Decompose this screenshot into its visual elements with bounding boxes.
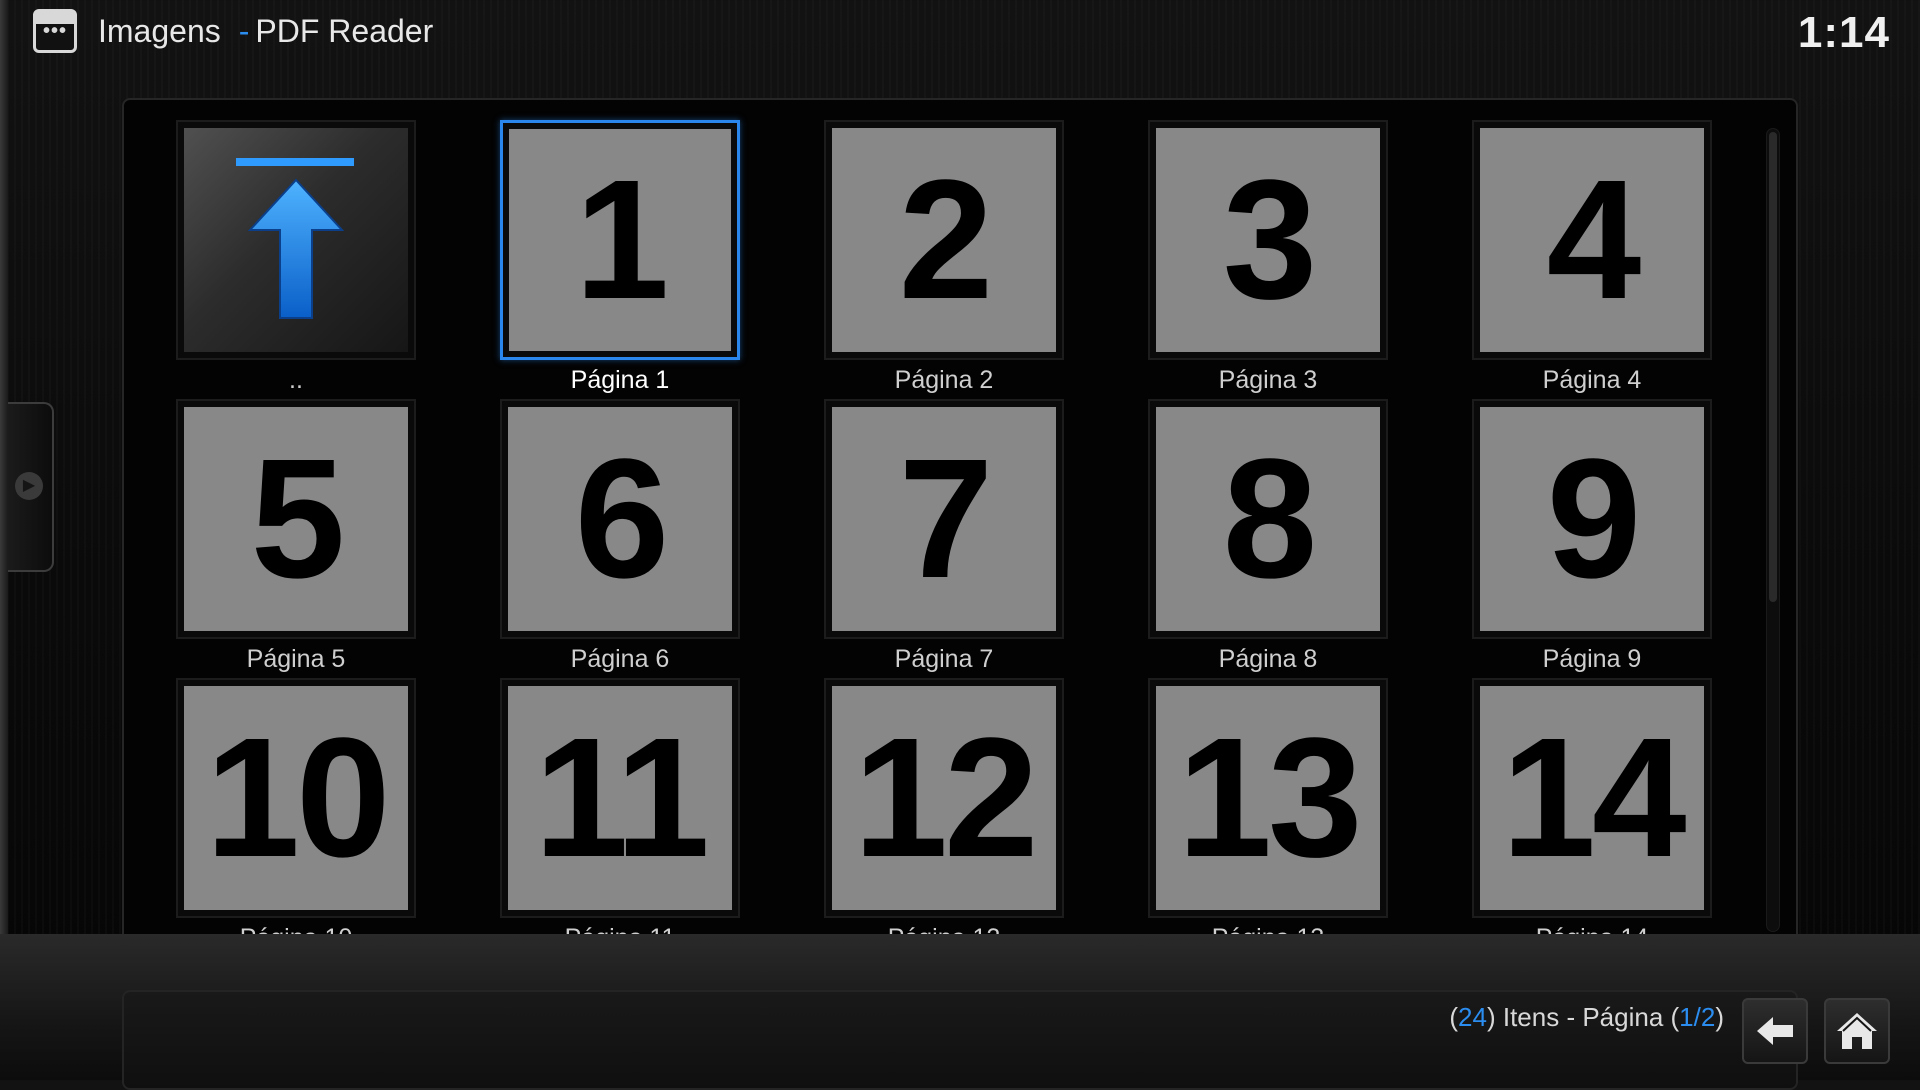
page-number: 13 [1177,703,1362,893]
page-number: 7 [898,424,994,614]
page-label: Página 9 [1542,645,1642,673]
item-count: 24 [1458,1002,1487,1032]
page-item[interactable]: 13 Página 13 [1148,676,1388,952]
page-thumbnail: 7 [824,399,1064,639]
page-indicator: 1/2 [1679,1002,1716,1032]
page-thumbnail: 3 [1148,120,1388,360]
page-thumbnail: 14 [1472,678,1712,918]
page-item[interactable]: 4 Página 4 [1472,118,1712,394]
page-number: 10 [205,703,390,893]
page-item[interactable]: 9 Página 9 [1472,397,1712,673]
home-button[interactable] [1824,998,1890,1064]
page-label: Página 3 [1218,366,1318,394]
page-item[interactable]: 10 Página 10 [176,676,416,952]
page-label: Página 1 [570,366,670,394]
page-number: 5 [250,424,346,614]
page-number: 14 [1501,703,1686,893]
page-item[interactable]: 11 Página 11 [500,676,740,952]
clock: 1:14 [1797,8,1890,57]
parent-folder-label: .. [289,366,303,394]
left-edge [0,0,8,1080]
page-number: 4 [1546,145,1642,335]
page-item[interactable]: 6 Página 6 [500,397,740,673]
breadcrumb: Imagens - PDF Reader [98,10,433,52]
page-thumbnail: 12 [824,678,1064,918]
app-menu-icon[interactable]: ••• [33,9,77,53]
breadcrumb-separator: - [238,13,250,49]
side-menu-tab[interactable]: ▶ [8,402,54,572]
header: ••• Imagens - PDF Reader 1:14 [0,0,1920,64]
page-item[interactable]: 8 Página 8 [1148,397,1388,673]
items-text: ) Itens - Página ( [1486,1002,1680,1032]
page-number: 3 [1222,145,1318,335]
back-arrow-icon [1757,1017,1793,1045]
back-button[interactable] [1742,998,1808,1064]
page-number: 12 [853,703,1038,893]
scrollbar-thumb[interactable] [1769,132,1777,602]
parent-folder-item[interactable]: .. [176,118,416,394]
page-number: 8 [1222,424,1318,614]
page-thumbnail: 2 [824,120,1064,360]
page-item[interactable]: 14 Página 14 [1472,676,1712,952]
paren-close: ) [1715,1002,1724,1032]
page-thumbnail: 4 [1472,120,1712,360]
page-item[interactable]: 12 Página 12 [824,676,1064,952]
page-thumbnail: 10 [176,678,416,918]
page-item[interactable]: 5 Página 5 [176,397,416,673]
page-label: Página 8 [1218,645,1318,673]
page-thumbnail: 8 [1148,399,1388,639]
thumbnail-grid: .. 1 Página 1 2 Página 2 3 Página 3 4 Pá… [176,118,1724,958]
chevron-right-icon: ▶ [15,472,43,500]
app-name: PDF Reader [255,13,434,49]
page-thumbnail: 1 [500,120,740,360]
page-item[interactable]: 1 Página 1 [500,118,740,394]
page-label: Página 2 [894,366,994,394]
page-label: Página 6 [570,645,670,673]
page-label: Página 7 [894,645,994,673]
page-number: 6 [574,424,670,614]
page-thumbnail: 9 [1472,399,1712,639]
page-label: Página 4 [1542,366,1642,394]
page-number: 2 [898,145,994,335]
page-thumbnail: 6 [500,399,740,639]
page-thumbnail: 13 [1148,678,1388,918]
parent-folder-thumbnail [176,120,416,360]
page-item[interactable]: 2 Página 2 [824,118,1064,394]
page-label: Página 5 [246,645,346,673]
page-number: 1 [574,145,670,335]
page-item[interactable]: 3 Página 3 [1148,118,1388,394]
page-number: 9 [1546,424,1642,614]
home-icon [1837,1013,1877,1049]
item-count-info: (24) Itens - Página (1/2) [1449,1002,1724,1033]
page-thumbnail: 11 [500,678,740,918]
page-thumbnail: 5 [176,399,416,639]
section-title: Imagens [98,13,221,49]
page-item[interactable]: 7 Página 7 [824,397,1064,673]
up-arrow-icon [236,158,354,319]
paren-open: ( [1449,1002,1459,1032]
page-number: 11 [534,703,710,893]
